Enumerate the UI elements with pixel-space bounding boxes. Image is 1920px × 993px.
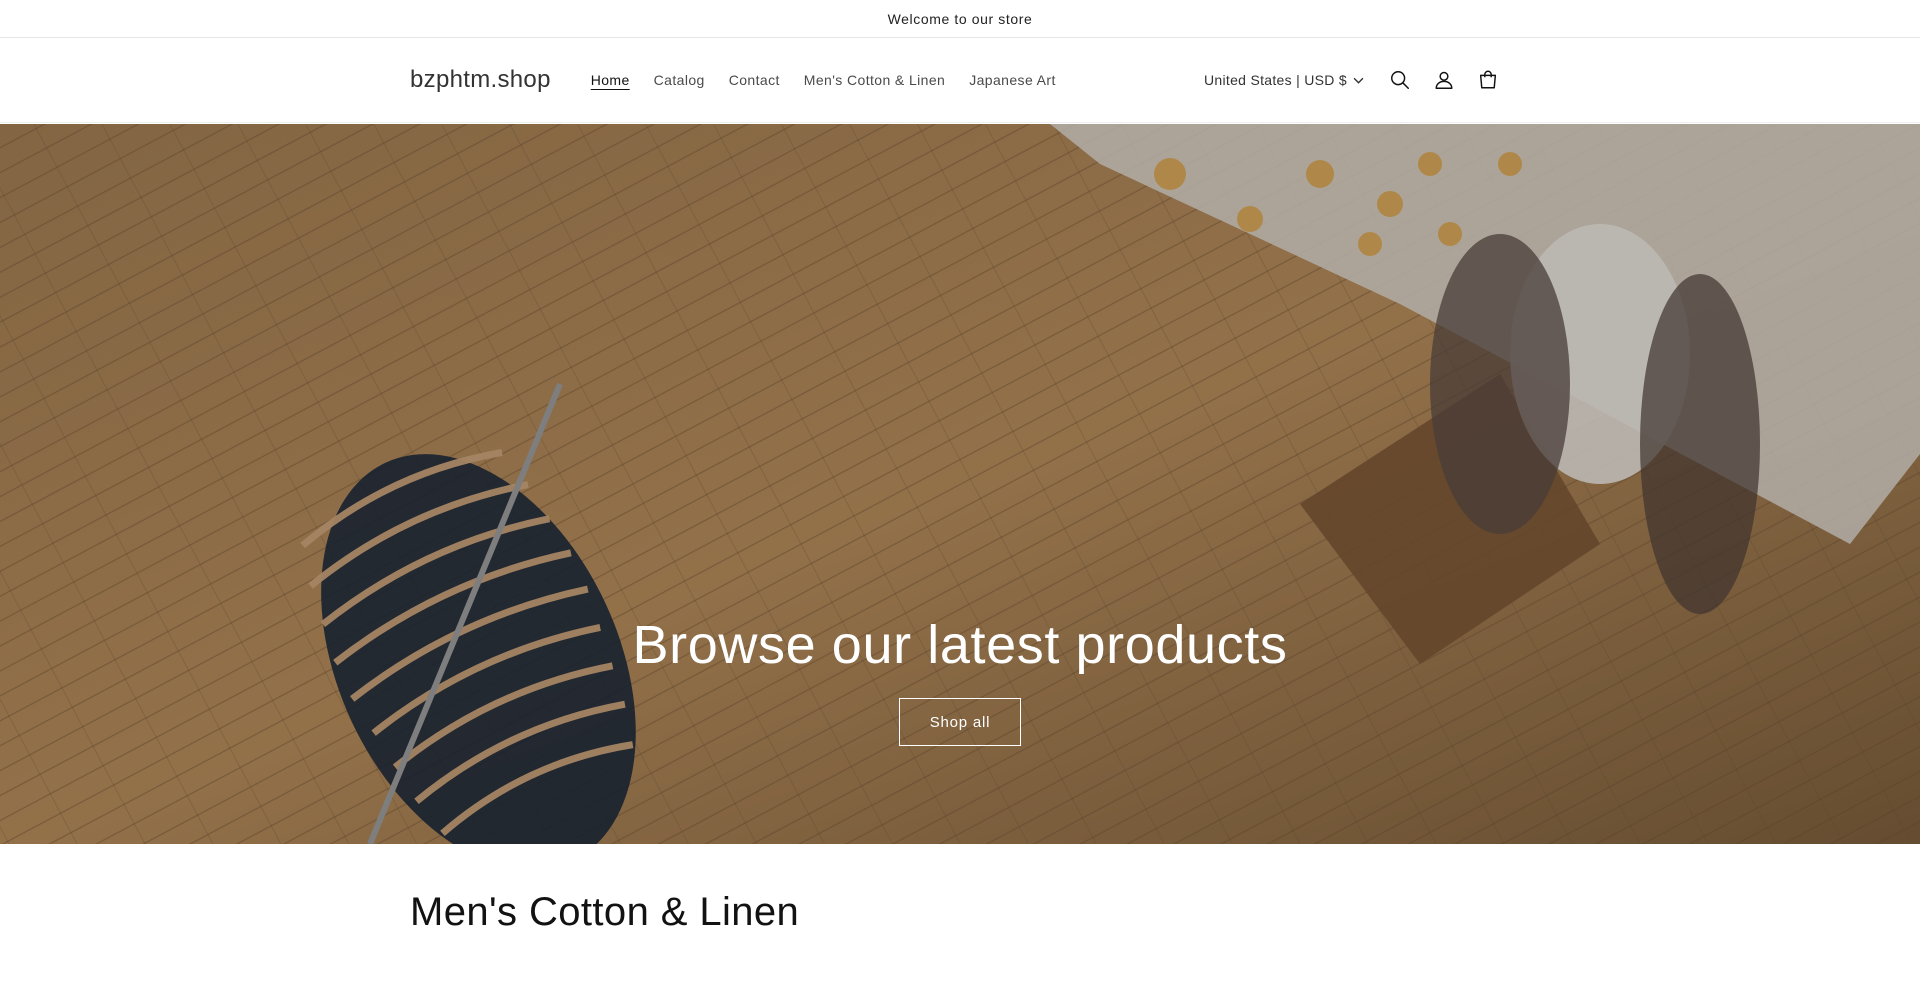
nav-catalog[interactable]: Catalog	[654, 72, 705, 88]
cart-button[interactable]	[1466, 58, 1510, 102]
account-button[interactable]	[1422, 58, 1466, 102]
hero-title: Browse our latest products	[632, 615, 1288, 675]
chevron-down-icon	[1353, 77, 1364, 84]
announcement-text: Welcome to our store	[887, 10, 1033, 27]
nav-japanese-art[interactable]: Japanese Art	[969, 72, 1056, 88]
store-logo[interactable]: bzphtm.shop	[410, 66, 551, 94]
announcement-bar: Welcome to our store	[0, 0, 1920, 38]
cart-icon	[1479, 70, 1497, 89]
site-header: bzphtm.shop Home Catalog Contact Men's C…	[0, 38, 1920, 123]
nav-home[interactable]: Home	[591, 72, 630, 88]
collection-title: Men's Cotton & Linen	[410, 890, 800, 934]
nav-mens-cotton-linen[interactable]: Men's Cotton & Linen	[804, 72, 945, 88]
country-selector-label: United States | USD $	[1204, 72, 1347, 88]
account-icon	[1435, 71, 1453, 89]
search-button[interactable]	[1378, 58, 1422, 102]
country-selector[interactable]: United States | USD $	[1204, 72, 1364, 88]
shop-all-button[interactable]: Shop all	[898, 698, 1022, 746]
nav-contact[interactable]: Contact	[729, 72, 780, 88]
search-icon	[1391, 71, 1409, 89]
hero-banner: Browse our latest products Shop all	[0, 124, 1920, 844]
main-nav: Home Catalog Contact Men's Cotton & Line…	[591, 72, 1056, 88]
